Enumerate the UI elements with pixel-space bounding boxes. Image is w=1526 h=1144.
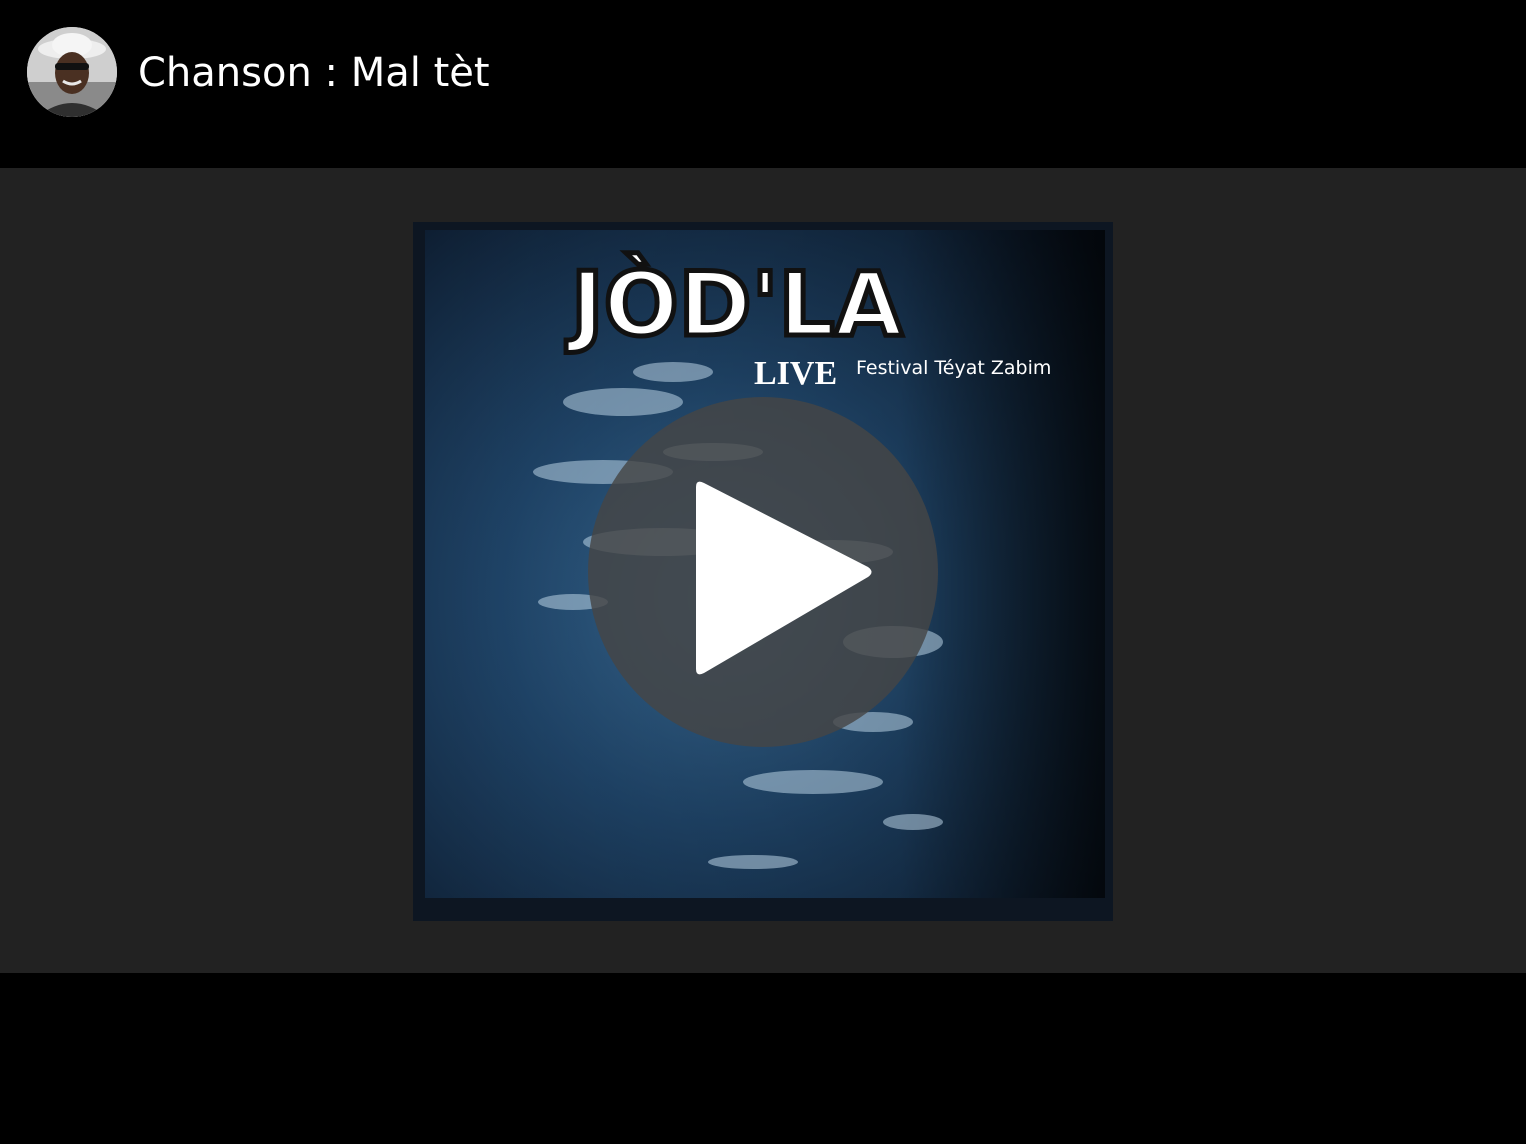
play-button[interactable]	[588, 397, 938, 747]
video-player[interactable]: JÒD'LA LIVE Festival Téyat Zabim	[0, 168, 1526, 973]
page-title: Chanson : Mal tèt	[138, 50, 490, 96]
avatar-image	[27, 27, 117, 117]
band-name-text: JÒD'LA	[566, 253, 903, 356]
live-label: LIVE	[754, 355, 837, 392]
footer	[0, 973, 1526, 1144]
cover-subtitle: Festival Téyat Zabim	[856, 357, 1051, 379]
play-icon	[696, 481, 872, 675]
header: Chanson : Mal tèt	[0, 0, 1526, 168]
channel-avatar[interactable]	[27, 27, 117, 117]
page: Chanson : Mal tèt JÒD'LA LIVE Festival T…	[0, 0, 1526, 1144]
